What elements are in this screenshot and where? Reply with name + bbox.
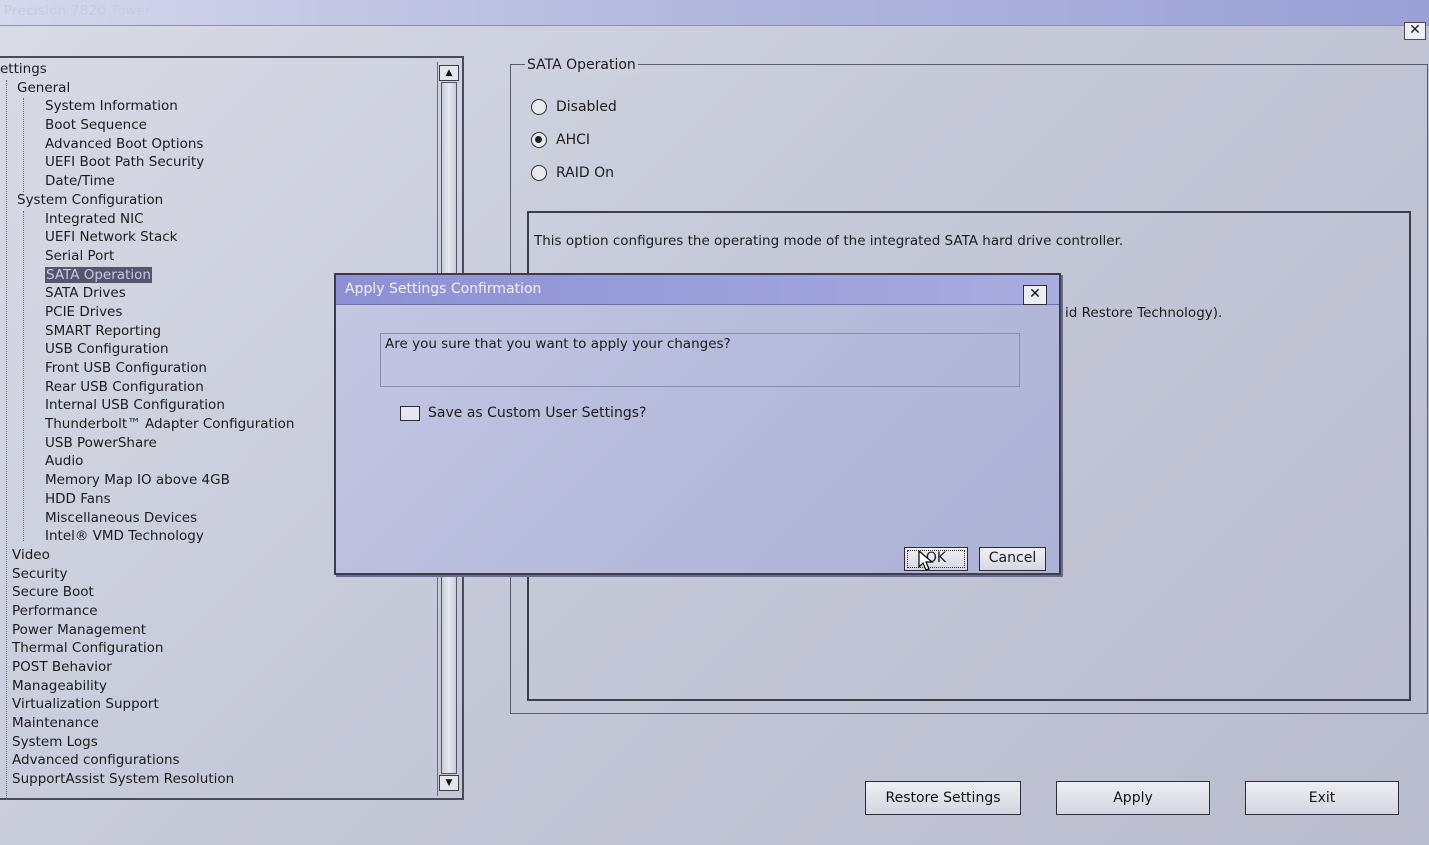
tree-item-label: Serial Port [45, 247, 115, 264]
tree-item-label: Advanced configurations [12, 752, 180, 769]
group-title: SATA Operation [525, 57, 638, 73]
tree-item[interactable]: Virtualization Support [0, 695, 436, 714]
tree-item-label: SATA Operation [45, 266, 152, 283]
checkbox[interactable] [400, 405, 420, 421]
dialog-message: Are you sure that you want to apply your… [385, 336, 731, 352]
tree-item[interactable]: Thermal Configuration [0, 639, 436, 658]
close-icon: ✕ [1409, 22, 1421, 38]
apply-settings-dialog: Apply Settings Confirmation ✕ Are you su… [334, 273, 1061, 575]
tree-item-label: System Logs [12, 733, 98, 750]
scroll-up-button[interactable]: ▲ [439, 65, 459, 81]
tree-item-label: PCIE Drives [45, 303, 123, 320]
apply-button[interactable]: Apply [1056, 781, 1210, 815]
tree-item-label: Internal USB Configuration [45, 397, 225, 414]
tree-item-label: Video [12, 546, 50, 563]
checkbox-label: Save as Custom User Settings? [428, 405, 647, 421]
arrow-up-icon: ▲ [445, 68, 453, 78]
arrow-down-icon: ▼ [445, 778, 453, 788]
tree-item-label: System Configuration [17, 191, 164, 208]
window-close-button[interactable]: ✕ [1404, 22, 1426, 40]
tree-item[interactable]: Manageability [0, 677, 436, 696]
restore-settings-button[interactable]: Restore Settings [865, 781, 1021, 815]
tree-item-label: Memory Map IO above 4GB [45, 472, 230, 489]
close-icon: ✕ [1029, 286, 1041, 302]
tree-item[interactable]: POST Behavior [0, 658, 436, 677]
tree-item[interactable]: Serial Port [0, 247, 436, 266]
tree-item[interactable]: Secure Boot [0, 583, 436, 602]
tree-item-label: System Information [45, 98, 178, 115]
tree-item[interactable]: Performance [0, 602, 436, 621]
tree-item[interactable]: UEFI Network Stack [0, 228, 436, 247]
dialog-title: Apply Settings Confirmation [336, 275, 1059, 305]
radio-label: Disabled [556, 99, 617, 115]
save-custom-settings-checkbox-row[interactable]: Save as Custom User Settings? [400, 405, 646, 421]
tree-item[interactable]: System Information [0, 97, 436, 116]
tree-item-label: Performance [12, 602, 98, 619]
tree-item[interactable]: Boot Sequence [0, 116, 436, 135]
tree-item[interactable]: Power Management [0, 621, 436, 640]
dialog-message-box: Are you sure that you want to apply your… [380, 333, 1020, 387]
tree-item-label: Date/Time [45, 173, 115, 190]
tree-item-label: Virtualization Support [12, 696, 159, 713]
tree-item-label: Advanced Boot Options [45, 135, 204, 152]
tree-item-label: POST Behavior [12, 659, 112, 675]
tree-item-label: Boot Sequence [45, 117, 147, 134]
tree-item-label: USB Configuration [45, 341, 169, 358]
tree-item[interactable]: System Logs [0, 733, 436, 752]
tree-item-label: Thunderbolt™ Adapter Configuration [45, 416, 295, 433]
tree-item[interactable]: SupportAssist System Resolution [0, 770, 436, 789]
tree-item-label: Thermal Configuration [12, 640, 164, 657]
dialog-close-button[interactable]: ✕ [1023, 285, 1047, 305]
tree-item[interactable]: Date/Time [0, 172, 436, 191]
tree-item[interactable]: Advanced configurations [0, 751, 436, 770]
tree-item-label: General [17, 79, 71, 96]
tree-line [6, 80, 7, 800]
radio-button[interactable] [531, 165, 547, 181]
help-text: This option configures the operating mod… [534, 233, 1124, 249]
tree-item-label: Manageability [12, 677, 108, 694]
ok-button[interactable]: OK [904, 547, 968, 571]
help-text-partial: id Restore Technology). [1065, 305, 1223, 321]
tree-item-label: UEFI Network Stack [45, 229, 178, 246]
radio-raid-on[interactable]: RAID On [531, 165, 614, 181]
tree-item-label: Power Management [12, 621, 147, 638]
radio-label: AHCI [556, 132, 591, 148]
radio-button-selected[interactable] [531, 132, 547, 148]
cancel-button[interactable]: Cancel [979, 547, 1046, 571]
tree-root-label: ettings [0, 61, 47, 77]
tree-item[interactable]: Advanced Boot Options [0, 135, 436, 154]
tree-item-label: Integrated NIC [45, 210, 144, 227]
tree-item-label: Intel® VMD Technology [45, 528, 204, 545]
radio-label: RAID On [556, 165, 614, 181]
tree-item-label: UEFI Boot Path Security [45, 154, 205, 171]
exit-button[interactable]: Exit [1245, 781, 1399, 815]
tree-item[interactable]: UEFI Boot Path Security [0, 153, 436, 172]
tree-item-label: Front USB Configuration [45, 360, 207, 376]
radio-disabled[interactable]: Disabled [531, 99, 617, 115]
tree-item[interactable]: General [0, 79, 436, 98]
scroll-down-button[interactable]: ▼ [439, 775, 459, 791]
mouse-cursor-icon [918, 550, 934, 571]
tree-item-label: USB PowerShare [45, 434, 157, 451]
tree-item-label: Secure Boot [12, 584, 94, 601]
tree-item-label: Rear USB Configuration [45, 378, 204, 395]
tree-root[interactable]: ettings [0, 60, 436, 79]
tree-item-label: HDD Fans [45, 490, 111, 507]
window-title-bar: Precision 7820 Tower [0, 0, 1429, 26]
tree-item[interactable]: System Configuration [0, 191, 436, 210]
radio-button[interactable] [531, 99, 547, 115]
window-title: Precision 7820 Tower [4, 4, 152, 19]
tree-item-label: Security [12, 565, 68, 582]
tree-item[interactable]: Maintenance [0, 714, 436, 733]
radio-ahci[interactable]: AHCI [531, 132, 590, 148]
tree-item[interactable]: Integrated NIC [0, 210, 436, 229]
tree-line [23, 98, 24, 192]
tree-item-label: SupportAssist System Resolution [12, 771, 235, 788]
tree-item-label: Miscellaneous Devices [45, 509, 198, 526]
tree-item-label: SMART Reporting [45, 322, 162, 339]
tree-line [23, 211, 24, 541]
tree-item-label: Audio [45, 453, 84, 470]
tree-item-label: Maintenance [12, 715, 99, 732]
tree-item-label: SATA Drives [45, 285, 126, 302]
